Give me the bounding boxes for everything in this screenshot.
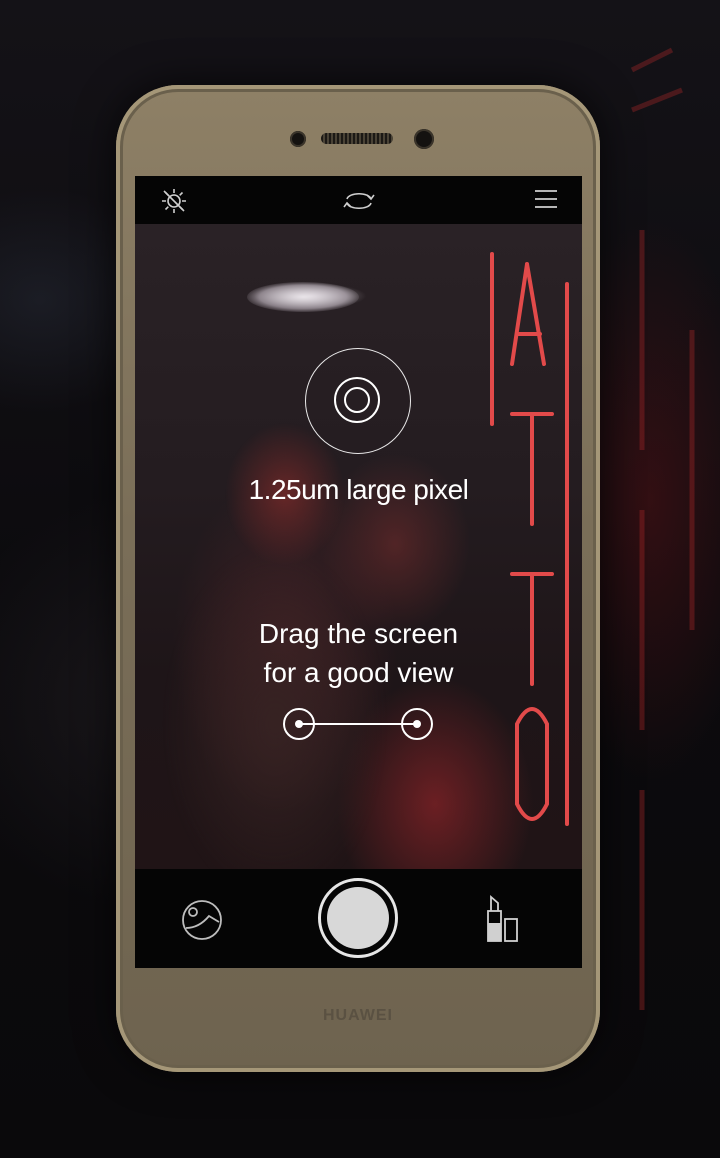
beauty-icon[interactable] [483,893,523,945]
drag-knob-right [401,708,433,740]
camera-top-bar [135,176,582,224]
switch-camera-icon[interactable] [341,186,377,216]
drag-knob-left [283,708,315,740]
proximity-sensor [290,131,306,147]
camera-bottom-bar [135,869,582,968]
brand-logo: HUAWEI [323,1007,393,1024]
neon-sign [490,252,569,826]
front-camera [414,129,434,149]
ceiling-lamp [247,282,359,312]
flash-off-icon[interactable] [159,186,189,216]
menu-icon[interactable] [533,186,559,212]
drag-gesture-indicator [283,708,437,744]
earpiece-speaker [321,133,393,144]
drag-hint: Drag the screen for a good view [135,614,582,692]
gallery-icon[interactable] [179,898,225,942]
camera-screen: 1.25um large pixel Drag the screen for a… [135,176,582,968]
drag-hint-line1: Drag the screen [258,618,459,649]
drag-hint-line2: for a good view [263,657,454,688]
shutter-button[interactable] [318,878,398,958]
viewfinder[interactable]: 1.25um large pixel Drag the screen for a… [135,224,582,874]
background-neon-sign [630,47,695,1010]
shutter-core [327,887,389,949]
pixel-caption: 1.25um large pixel [248,474,469,505]
large-pixel-icon [305,348,411,454]
